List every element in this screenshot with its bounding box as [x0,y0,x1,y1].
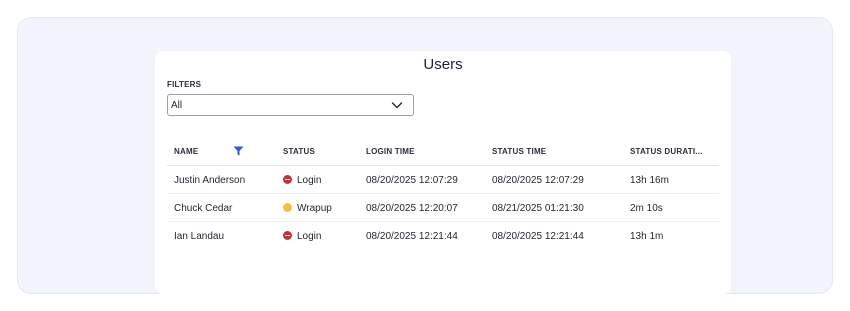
table-row[interactable]: Chuck Cedar Wrapup 08/20/2025 12:20:07 0… [167,194,719,222]
user-name: Ian Landau [174,231,225,242]
status-label: Login [297,231,322,242]
status-away-icon [283,203,292,212]
column-header-status[interactable]: STATUS [283,147,315,156]
users-table: NAME STATUS LOGIN TIME STATUS TIME STATU… [167,137,719,250]
column-header-status-duration[interactable]: STATUS DURATI... [630,147,703,156]
column-header-status-time[interactable]: STATUS TIME [492,147,546,156]
filters-label: FILTERS [167,80,202,89]
login-time: 08/20/2025 12:20:07 [366,203,458,214]
column-header-name[interactable]: NAME [174,147,198,156]
table-row[interactable]: Ian Landau Login 08/20/2025 12:21:44 08/… [167,222,719,250]
status-time: 08/20/2025 12:07:29 [492,175,584,186]
status-busy-icon [283,175,292,184]
user-name: Chuck Cedar [174,203,233,214]
table-header: NAME STATUS LOGIN TIME STATUS TIME STATU… [167,137,719,166]
page-background: Users FILTERS All NAME STATUS LOGIN TIME… [17,17,833,294]
status-busy-icon [283,231,292,240]
chevron-down-icon [391,102,403,109]
filter-funnel-icon[interactable] [233,146,244,156]
filter-select-value: All [171,99,183,111]
login-time: 08/20/2025 12:21:44 [366,231,458,242]
status-time: 08/20/2025 12:21:44 [492,231,584,242]
column-header-login-time[interactable]: LOGIN TIME [366,147,415,156]
login-time: 08/20/2025 12:07:29 [366,175,458,186]
user-status: Login [283,231,321,242]
table-row[interactable]: Justin Anderson Login 08/20/2025 12:07:2… [167,166,719,194]
status-label: Login [297,175,322,186]
status-time: 08/21/2025 01:21:30 [492,203,584,214]
status-label: Wrapup [297,203,332,214]
status-duration: 2m 10s [630,203,663,214]
user-status: Login [283,175,321,186]
filter-select[interactable]: All [167,94,414,116]
user-status: Wrapup [283,203,332,214]
status-duration: 13h 16m [630,175,669,186]
user-name: Justin Anderson [174,175,246,186]
users-card: Users FILTERS All NAME STATUS LOGIN TIME… [155,51,731,294]
page-title: Users [423,56,463,73]
status-duration: 13h 1m [630,231,664,242]
